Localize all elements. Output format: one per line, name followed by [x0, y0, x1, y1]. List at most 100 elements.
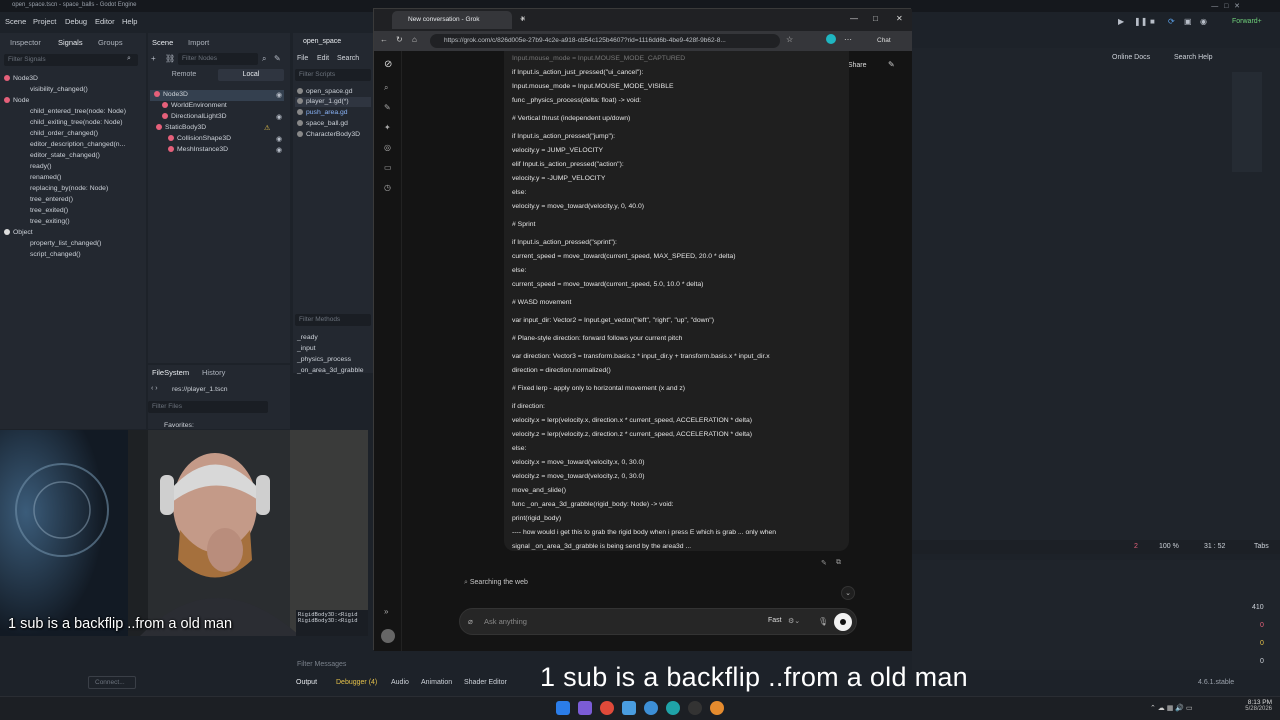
signal-item[interactable]: child_order_changed(): [30, 130, 98, 137]
home-icon[interactable]: ⌂: [412, 35, 417, 44]
search-help-link[interactable]: Search Help: [1174, 54, 1213, 61]
signal-group-object[interactable]: Object: [4, 229, 33, 236]
renderer-label[interactable]: Forward+: [1232, 18, 1262, 25]
tab-inspector[interactable]: Inspector: [10, 38, 41, 47]
signal-item[interactable]: replacing_by(node: Node): [30, 185, 108, 192]
scene-node[interactable]: CollisionShape3D: [168, 135, 231, 142]
remote-debug-icon[interactable]: ⟳: [1168, 17, 1175, 26]
url-input[interactable]: https://grok.com/c/826d005e-27b9-4c2e-a9…: [430, 34, 780, 48]
tab-audio[interactable]: Audio: [391, 679, 409, 686]
signal-item[interactable]: tree_exited(): [30, 207, 68, 214]
script-menu-search[interactable]: Search: [337, 55, 359, 62]
zoom-level[interactable]: 100 %: [1159, 543, 1179, 550]
signal-item[interactable]: editor_description_changed(n...: [30, 141, 125, 148]
history-icon[interactable]: ◷: [384, 183, 391, 192]
back-icon[interactable]: ←: [380, 35, 388, 44]
files-icon[interactable]: ▭: [384, 163, 392, 172]
visibility-icon[interactable]: ◉: [276, 113, 282, 121]
filter-nodes-input[interactable]: Filter Nodes: [178, 53, 258, 65]
filter-messages-input[interactable]: Filter Messages: [297, 661, 346, 668]
tab-grok[interactable]: New conversation - Grok ✕: [392, 11, 526, 29]
fs-path[interactable]: res://player_1.tscn: [172, 386, 228, 393]
copy-message-icon[interactable]: ⧉: [836, 559, 841, 567]
signal-item[interactable]: visibility_changed(): [30, 86, 88, 93]
visibility-icon[interactable]: ◉: [276, 91, 282, 99]
code-minimap[interactable]: [1232, 72, 1262, 172]
filter-signals-input[interactable]: Filter Signals: [4, 54, 138, 66]
menu-scene[interactable]: Scene: [5, 17, 26, 26]
blender-icon[interactable]: [710, 701, 724, 715]
signal-item[interactable]: renamed(): [30, 174, 61, 181]
grok-logo-icon[interactable]: ⊘: [384, 59, 392, 70]
movie-icon[interactable]: ▣: [1184, 17, 1192, 26]
menu-project[interactable]: Project: [33, 17, 56, 26]
scroll-down-button[interactable]: ⌄: [841, 586, 855, 600]
minimize-icon[interactable]: —: [850, 14, 858, 23]
error-counter[interactable]: 0: [1260, 622, 1264, 629]
signal-item[interactable]: child_entered_tree(node: Node): [30, 108, 126, 115]
clock[interactable]: 8:13 PM 5/28/2026: [1238, 699, 1272, 712]
attach-icon[interactable]: ⌀: [468, 617, 473, 626]
tab-output[interactable]: Output: [296, 679, 317, 686]
local-toggle[interactable]: Local: [218, 69, 284, 81]
script-attach-icon[interactable]: ✎: [274, 54, 281, 63]
script-menu-file[interactable]: File: [297, 55, 308, 62]
new-chat-icon[interactable]: ✎: [384, 103, 391, 112]
user-avatar[interactable]: [381, 629, 395, 643]
method-item[interactable]: _on_area_3d_grabble: [297, 367, 364, 374]
file-explorer-icon[interactable]: [622, 701, 636, 715]
copilot-icon[interactable]: [578, 701, 592, 715]
scene-node[interactable]: DirectionalLight3D: [162, 113, 227, 120]
stop-icon[interactable]: ■: [1150, 17, 1155, 26]
method-item[interactable]: _ready: [297, 334, 318, 341]
tray-icons[interactable]: ⌃ ☁ ▦ 🔊 ▭: [1150, 704, 1193, 712]
connect-button[interactable]: Connect...: [88, 676, 136, 689]
script-menu-edit[interactable]: Edit: [317, 55, 329, 62]
edit-message-icon[interactable]: ✎: [821, 559, 827, 567]
tab-shader-editor[interactable]: Shader Editor: [464, 679, 507, 686]
expand-sidebar-icon[interactable]: »: [384, 607, 388, 616]
method-item[interactable]: _physics_process: [297, 356, 351, 363]
tab-filesystem[interactable]: FileSystem: [152, 368, 189, 377]
script-item-active[interactable]: player_1.gd(*): [297, 98, 349, 105]
signal-item[interactable]: editor_state_changed(): [30, 152, 100, 159]
online-docs-link[interactable]: Online Docs: [1112, 54, 1150, 61]
godot-icon[interactable]: [644, 701, 658, 715]
chat-button[interactable]: Chat: [877, 37, 891, 44]
signal-group-node[interactable]: Node: [4, 97, 29, 104]
new-conversation-icon[interactable]: ✎: [888, 60, 895, 69]
new-tab-icon[interactable]: +: [520, 14, 525, 24]
avatar[interactable]: [826, 34, 836, 44]
grok-app-icon[interactable]: [688, 701, 702, 715]
signal-item[interactable]: ready(): [30, 163, 52, 170]
visibility-icon[interactable]: ◉: [276, 146, 282, 154]
message-counter[interactable]: 0: [1260, 658, 1264, 665]
bookmark-icon[interactable]: ☆: [786, 35, 793, 44]
filter-icon[interactable]: ⌕: [262, 54, 266, 64]
indent-mode[interactable]: Tabs: [1254, 543, 1269, 550]
method-item[interactable]: _input: [297, 345, 316, 352]
pause-icon[interactable]: ❚❚: [1134, 17, 1147, 26]
scene-node[interactable]: StaticBody3D: [156, 124, 206, 131]
script-item[interactable]: open_space.gd: [297, 88, 353, 95]
filter-scripts-input[interactable]: Filter Scripts: [295, 69, 371, 81]
script-item[interactable]: space_ball.gd: [297, 120, 348, 127]
signal-item[interactable]: tree_entered(): [30, 196, 73, 203]
visibility-icon[interactable]: ◉: [276, 135, 282, 143]
mode-select[interactable]: Fast: [768, 617, 782, 624]
chat-input[interactable]: ⌀ Ask anything Fast ⚙⌄ 🎙: [459, 608, 857, 635]
script-item[interactable]: push_area.gd: [297, 109, 348, 116]
close-window-icon[interactable]: ✕: [896, 14, 903, 23]
filter-methods-input[interactable]: Filter Methods: [295, 314, 371, 326]
tab-debugger[interactable]: Debugger (4): [336, 679, 377, 686]
maximize-icon[interactable]: □: [873, 14, 878, 23]
record-icon[interactable]: ◉: [1200, 17, 1207, 26]
signal-item[interactable]: child_exiting_tree(node: Node): [30, 119, 123, 126]
scene-node[interactable]: MeshInstance3D: [168, 146, 228, 153]
tab-import[interactable]: Import: [188, 38, 209, 47]
scene-node-root[interactable]: Node3D: [154, 91, 188, 98]
tab-groups[interactable]: Groups: [98, 38, 123, 47]
warning-icon[interactable]: ⚠: [264, 124, 270, 132]
signal-item[interactable]: tree_exiting(): [30, 218, 70, 225]
warning-counter[interactable]: 0: [1260, 640, 1264, 647]
